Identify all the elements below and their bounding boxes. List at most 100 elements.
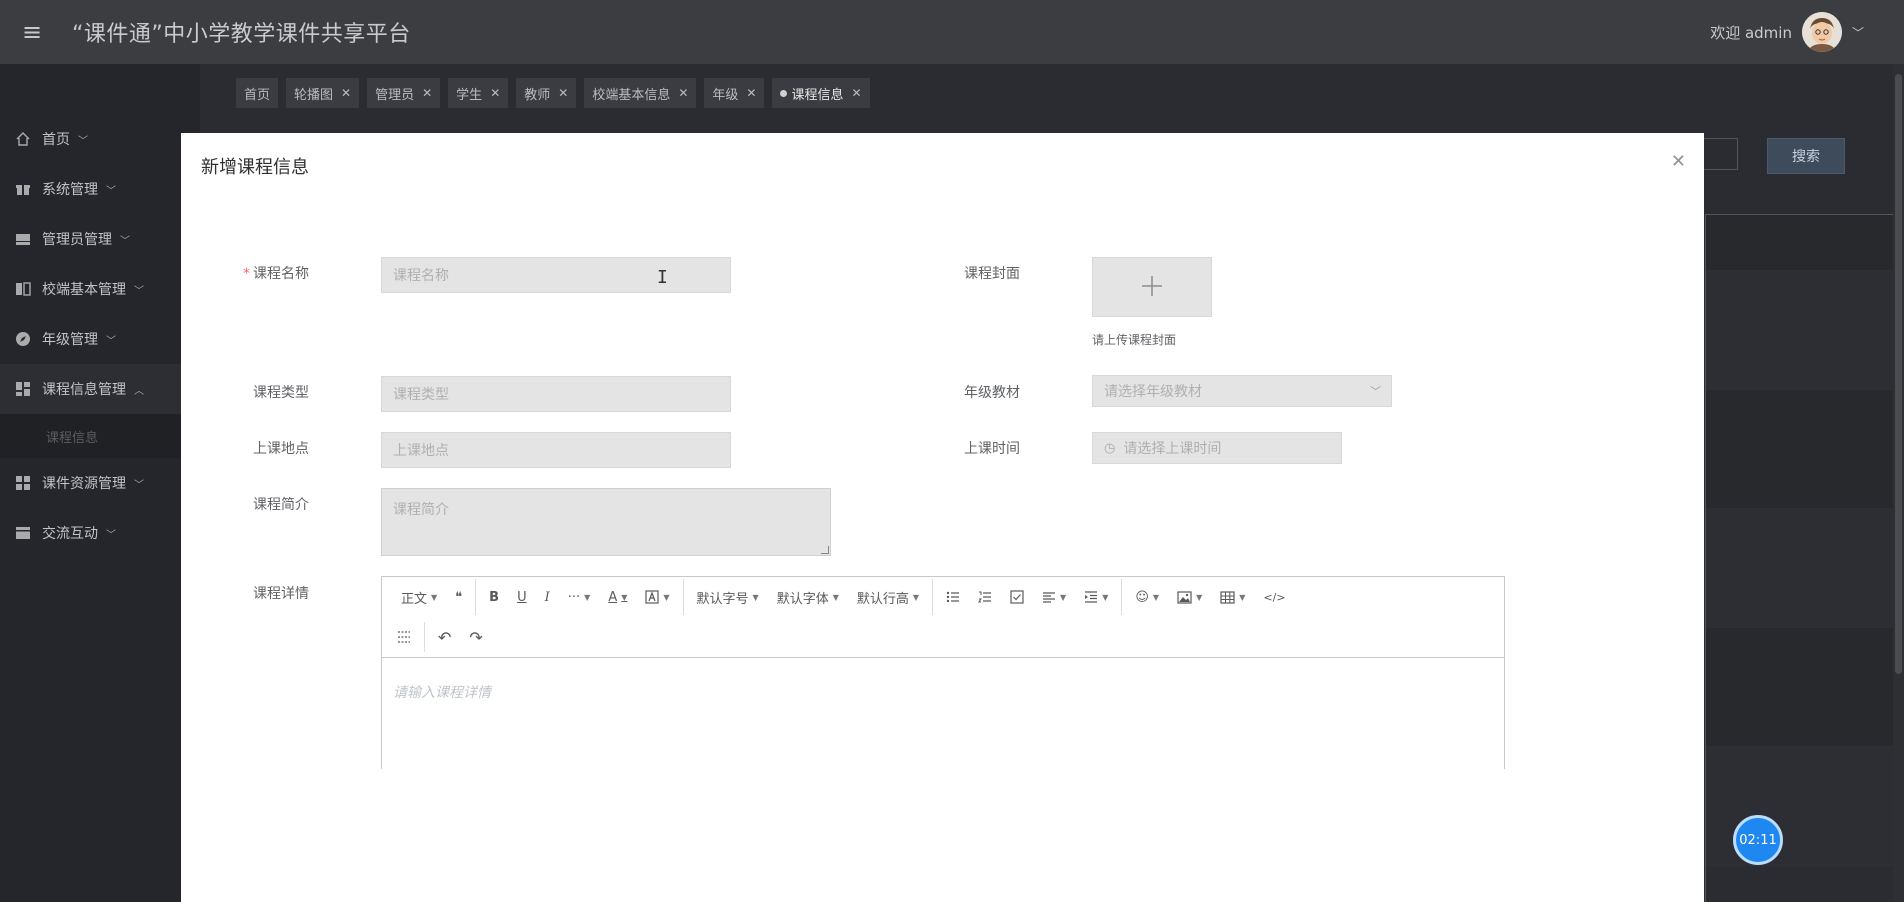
editor-toolbar: 正文 ▼ ❝ B U I ··· ▼ A ▼ ▼ 默认字号 ▼ 默认字体 ▼ 默认行高 ▼: [382, 577, 1504, 658]
sidebar-item-label: 课件资源管理: [42, 476, 126, 492]
sidebar-item-admin[interactable]: 管理员管理 ﹀: [0, 214, 200, 264]
divider-icon[interactable]: [388, 622, 420, 652]
resize-handle-icon[interactable]: [821, 546, 829, 554]
welcome-text: 欢迎 admin: [1710, 23, 1792, 42]
intro-placeholder: 课程简介: [393, 502, 449, 518]
table-row: [1706, 271, 1893, 390]
page-scrollbar[interactable]: [1893, 64, 1904, 902]
tag-course-info[interactable]: 课程信息 ✕: [772, 78, 870, 108]
italic-icon[interactable]: I: [536, 582, 559, 612]
tag-admin[interactable]: 管理员 ✕: [367, 78, 441, 108]
tag-teacher[interactable]: 教师 ✕: [516, 78, 577, 108]
bulleted-list-icon[interactable]: [937, 582, 969, 612]
todo-checkbox-icon[interactable]: [1001, 582, 1033, 612]
tags-view: 首页 轮播图 ✕ 管理员 ✕ 学生 ✕ 教师 ✕ 校端基本信息 ✕ 年级 ✕ 课程信息 ✕: [236, 78, 870, 108]
sidebar-item-school[interactable]: 校端基本管理 ﹀: [0, 264, 200, 314]
intro-label: 课程简介: [253, 497, 309, 513]
sidebar-item-label: 首页: [42, 132, 70, 148]
close-icon[interactable]: ✕: [1671, 151, 1686, 172]
course-type-placeholder: 课程类型: [393, 387, 449, 403]
bold-icon[interactable]: B: [480, 582, 508, 612]
editor-content-area[interactable]: 请输入课程详情: [382, 658, 1504, 770]
dashboard-icon: [14, 380, 32, 398]
tag-label: 首页: [244, 87, 271, 103]
timer-badge[interactable]: 02:11: [1733, 815, 1783, 865]
paragraph-select[interactable]: 正文 ▼: [392, 582, 446, 612]
numbered-list-icon[interactable]: [969, 582, 1001, 612]
close-icon[interactable]: ✕: [852, 86, 862, 100]
user-menu[interactable]: 欢迎 admin ﹀: [1710, 0, 1864, 64]
course-type-input[interactable]: 课程类型: [381, 376, 731, 412]
location-placeholder: 上课地点: [393, 443, 449, 459]
cover-label: 课程封面: [964, 266, 1020, 282]
course-name-input[interactable]: 课程名称: [381, 257, 731, 293]
location-input[interactable]: 上课地点: [381, 432, 731, 468]
more-icon[interactable]: ··· ▼: [559, 582, 600, 612]
app-title: “课件通”中小学教学课件共享平台: [72, 22, 411, 47]
underline-icon[interactable]: U: [508, 582, 536, 612]
table-row: [1706, 390, 1893, 509]
image-icon[interactable]: ▼: [1168, 582, 1211, 612]
dialog-title: 新增课程信息: [201, 157, 309, 178]
background-table: [1705, 214, 1893, 902]
menu-toggle-icon[interactable]: ≡: [0, 0, 64, 64]
location-label: 上课地点: [253, 441, 309, 457]
background-color-icon[interactable]: ▼: [636, 582, 678, 612]
intro-textarea[interactable]: 课程简介: [381, 488, 831, 556]
font-color-icon[interactable]: A ▼: [599, 582, 636, 612]
tag-grade[interactable]: 年级 ✕: [704, 78, 765, 108]
detail-label: 课程详情: [253, 586, 309, 602]
server-icon: [14, 230, 32, 248]
close-icon[interactable]: ✕: [678, 86, 688, 100]
tag-label: 管理员: [375, 87, 415, 103]
line-height-select[interactable]: 默认行高 ▼: [848, 582, 928, 612]
undo-icon[interactable]: ↶: [429, 622, 460, 652]
font-size-select[interactable]: 默认字号 ▼: [688, 582, 768, 612]
tag-school-info[interactable]: 校端基本信息 ✕: [584, 78, 697, 108]
close-icon[interactable]: ✕: [422, 86, 432, 100]
sidebar-item-resources[interactable]: 课件资源管理 ﹀: [0, 458, 200, 508]
tag-carousel[interactable]: 轮播图 ✕: [286, 78, 360, 108]
emoji-icon[interactable]: ☺ ▼: [1126, 582, 1168, 612]
tag-label: 学生: [456, 87, 483, 103]
sidebar-subitem-course-info[interactable]: 课程信息: [0, 414, 200, 458]
redo-icon[interactable]: ↷: [460, 622, 491, 652]
sidebar-item-label: 校端基本管理: [42, 282, 126, 298]
editor-placeholder: 请输入课程详情: [393, 685, 491, 701]
grade-material-select[interactable]: 请选择年级教材 ﹀: [1092, 375, 1392, 407]
sidebar-item-grade[interactable]: 年级管理 ﹀: [0, 314, 200, 364]
chevron-down-icon: ﹀: [134, 479, 144, 491]
close-icon[interactable]: ✕: [558, 86, 568, 100]
close-icon[interactable]: ✕: [341, 86, 351, 100]
avatar[interactable]: [1801, 12, 1842, 52]
time-picker-input[interactable]: ◷ 请选择上课时间: [1092, 432, 1342, 464]
sidebar-item-system[interactable]: 系统管理 ﹀: [0, 164, 200, 214]
chevron-down-icon: ﹀: [78, 135, 88, 147]
table-row: [1706, 509, 1893, 628]
code-icon[interactable]: </>: [1254, 582, 1294, 612]
text-cursor-icon: I: [657, 267, 668, 288]
chevron-down-icon: ﹀: [134, 285, 144, 297]
close-icon[interactable]: ✕: [490, 86, 500, 100]
table-icon[interactable]: ▼: [1211, 582, 1254, 612]
sidebar-item-label: 管理员管理: [42, 232, 112, 248]
sidebar-item-course[interactable]: 课程信息管理 ︿: [0, 364, 200, 414]
quote-icon[interactable]: ❝: [446, 582, 471, 612]
sidebar-item-home[interactable]: 首页 ﹀: [0, 114, 200, 164]
sidebar-item-interaction[interactable]: 交流互动 ﹀: [0, 508, 200, 558]
table-row: [1706, 628, 1893, 747]
font-family-select[interactable]: 默认字体 ▼: [768, 582, 848, 612]
cover-upload-button[interactable]: [1092, 257, 1212, 317]
close-icon[interactable]: ✕: [746, 86, 756, 100]
scrollbar-thumb[interactable]: [1895, 74, 1902, 674]
tag-student[interactable]: 学生 ✕: [448, 78, 509, 108]
tag-home[interactable]: 首页: [236, 78, 279, 108]
indent-icon[interactable]: ▼: [1075, 582, 1117, 612]
gift-icon: [14, 180, 32, 198]
table-row: [1706, 215, 1893, 271]
chevron-down-icon: ﹀: [106, 529, 116, 541]
compass-icon: [14, 330, 32, 348]
align-left-icon[interactable]: ▼: [1033, 582, 1075, 612]
search-button[interactable]: 搜索: [1767, 138, 1845, 174]
course-type-label: 课程类型: [253, 385, 309, 401]
